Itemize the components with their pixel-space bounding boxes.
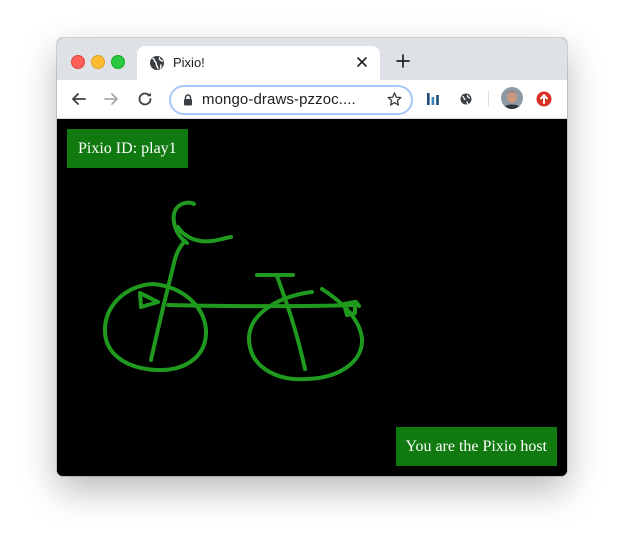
rear-reflector-stroke [138,291,160,309]
address-bar[interactable]: mongo-draws-pzzoc.... [169,85,413,115]
minimize-window-button[interactable] [91,55,105,69]
top-tube-stroke [166,303,359,309]
rear-curve-stroke [176,225,233,244]
pixio-host-badge: You are the Pixio host [395,427,557,466]
tab-bar: Pixio! [57,38,567,80]
bicycle-drawing [102,200,365,382]
browser-toolbar: mongo-draws-pzzoc.... [57,80,567,119]
url-text: mongo-draws-pzzoc.... [202,91,356,108]
lock-icon[interactable] [183,94,193,106]
extension-bars-icon[interactable] [424,90,442,108]
tab-title: Pixio! [173,55,205,70]
pixio-id-badge: Pixio ID: play1 [67,129,188,168]
zoom-window-button[interactable] [111,55,125,69]
reload-icon[interactable] [136,90,154,108]
star-icon[interactable] [386,91,403,108]
profile-avatar[interactable] [501,87,523,109]
update-icon[interactable] [535,90,553,108]
plus-icon[interactable] [395,53,411,69]
globe-icon [150,56,164,70]
pixio-canvas-area[interactable]: Pixio ID: play1 You are the Pixio host [57,119,567,476]
browser-window: Pixio! mongo-draws-pzzoc.... Pixio ID: p… [57,38,567,476]
drawing-canvas[interactable] [57,119,567,476]
tab-pixio[interactable]: Pixio! [137,46,380,80]
forward-arrow-icon[interactable] [102,90,120,108]
back-arrow-icon[interactable] [70,90,88,108]
front-light-stroke [342,300,357,317]
handlebar-stem-stroke [275,274,307,371]
close-icon[interactable] [354,54,370,70]
close-window-button[interactable] [71,55,85,69]
rear-wheel-stroke [102,282,209,373]
toolbar-separator [488,91,489,107]
extension-globe-icon[interactable] [457,90,475,108]
